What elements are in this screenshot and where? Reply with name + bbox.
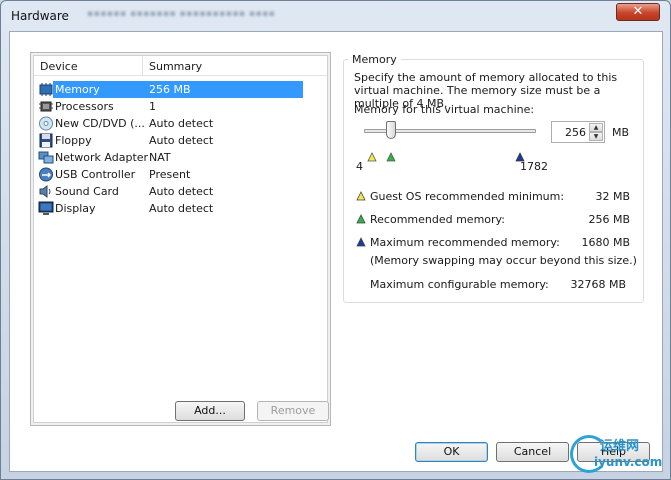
memory-group-title: Memory — [348, 53, 401, 66]
device-summary: Auto detect — [149, 134, 214, 147]
legend-label: Recommended memory: — [370, 213, 505, 226]
window-title: Hardware — [11, 9, 69, 23]
slider-min-label: 4 — [356, 160, 363, 173]
device-name: Floppy — [55, 134, 92, 147]
cancel-button[interactable]: Cancel — [496, 442, 569, 462]
legend-row: Maximum recommended memory: 1680 MB — [354, 235, 630, 251]
device-row[interactable]: Display Auto detect — [34, 200, 327, 217]
device-summary: Auto detect — [149, 185, 214, 198]
device-list-header: Device Summary — [34, 56, 327, 76]
device-summary: 1 — [149, 100, 156, 113]
processor-icon — [38, 99, 54, 114]
memory-slider-thumb[interactable] — [386, 121, 396, 139]
close-button[interactable]: ✕ — [616, 3, 660, 21]
legend-row: Guest OS recommended minimum: 32 MB — [354, 189, 630, 205]
watermark-bottom-text: iyunv.com — [594, 455, 663, 469]
device-summary: Auto detect — [149, 117, 214, 130]
max-configurable-label: Maximum configurable memory: — [370, 278, 549, 291]
memory-for-vm-label: Memory for this virtual machine: — [354, 103, 535, 116]
device-list[interactable]: Device Summary Memory 256 MB Processors 1 Ne… — [33, 55, 328, 423]
title-bar[interactable]: Hardware ▪▪▪▪▪▪ ▪▪▪▪▪▪▪ ▪▪▪▪▪▪▪▪▪▪ ▪▪▪▪ … — [1, 1, 670, 31]
blurred-title-text: ▪▪▪▪▪▪ ▪▪▪▪▪▪▪ ▪▪▪▪▪▪▪▪▪▪ ▪▪▪▪ — [87, 9, 276, 19]
device-summary: 256 MB — [149, 83, 191, 96]
memory-chip-icon — [38, 82, 54, 97]
hardware-dialog: Hardware ▪▪▪▪▪▪ ▪▪▪▪▪▪▪ ▪▪▪▪▪▪▪▪▪▪ ▪▪▪▪ … — [0, 0, 671, 480]
device-row[interactable]: Sound Card Auto detect — [34, 183, 327, 200]
watermark-logo: 运维网 iyunv.com — [570, 435, 666, 473]
device-name: USB Controller — [55, 168, 136, 181]
recommended-marker-icon — [386, 152, 396, 162]
max-configurable-value: 32768 MB — [570, 278, 626, 291]
legend-label: Maximum recommended memory: — [370, 236, 560, 249]
legend-triangle-icon — [356, 214, 368, 224]
device-summary: Auto detect — [149, 202, 214, 215]
device-name: Display — [55, 202, 96, 215]
legend-label: Guest OS recommended minimum: — [370, 190, 565, 203]
legend-value: 1680 MB — [581, 236, 630, 249]
spin-down-arrow-icon[interactable]: ▼ — [589, 132, 603, 141]
device-row[interactable]: New CD/DVD (... Auto detect — [34, 115, 327, 132]
add-button[interactable]: Add... — [175, 401, 245, 421]
device-name: Processors — [55, 100, 114, 113]
column-header-summary[interactable]: Summary — [149, 60, 202, 73]
swap-note: (Memory swapping may occur beyond this s… — [370, 254, 637, 267]
usb-icon — [38, 167, 54, 182]
memory-spinbox[interactable]: 256 ▲ ▼ — [551, 121, 605, 143]
column-header-device[interactable]: Device — [40, 60, 78, 73]
watermark-top-text: 运维网 — [600, 439, 640, 454]
device-row[interactable]: Floppy Auto detect — [34, 132, 327, 149]
device-row[interactable]: USB Controller Present — [34, 166, 327, 183]
ok-button[interactable]: OK — [415, 442, 488, 462]
legend-value: 256 MB — [588, 213, 630, 226]
device-row[interactable]: Network Adapter NAT — [34, 149, 327, 166]
device-row[interactable]: Processors 1 — [34, 98, 327, 115]
legend-triangle-icon — [356, 191, 368, 201]
device-name: Network Adapter — [55, 151, 149, 164]
column-separator[interactable] — [142, 56, 143, 76]
floppy-icon — [38, 133, 54, 148]
memory-unit-label: MB — [612, 126, 630, 139]
slider-markers — [367, 152, 525, 162]
sound-card-icon — [38, 184, 54, 199]
device-name: Sound Card — [55, 185, 119, 198]
dialog-body: Device Summary Memory 256 MB Processors 1 Ne… — [9, 31, 663, 472]
device-row[interactable]: Memory 256 MB — [34, 81, 327, 98]
device-list-panel: Device Summary Memory 256 MB Processors 1 Ne… — [30, 52, 331, 426]
slider-max-label: 1782 — [520, 160, 548, 173]
remove-button[interactable]: Remove — [257, 401, 329, 421]
memory-value[interactable]: 256 — [565, 126, 586, 139]
spin-up-arrow-icon[interactable]: ▲ — [589, 123, 603, 132]
minimum-marker-icon — [367, 152, 377, 162]
device-summary: Present — [149, 168, 191, 181]
legend-row: Recommended memory: 256 MB — [354, 212, 630, 228]
device-summary: NAT — [149, 151, 171, 164]
legend-triangle-icon — [356, 237, 368, 247]
display-icon — [38, 201, 54, 216]
network-adapter-icon — [38, 150, 54, 165]
legend-value: 32 MB — [595, 190, 630, 203]
cd-dvd-icon — [38, 116, 54, 131]
device-name: New CD/DVD (... — [55, 117, 145, 130]
device-name: Memory — [55, 83, 100, 96]
